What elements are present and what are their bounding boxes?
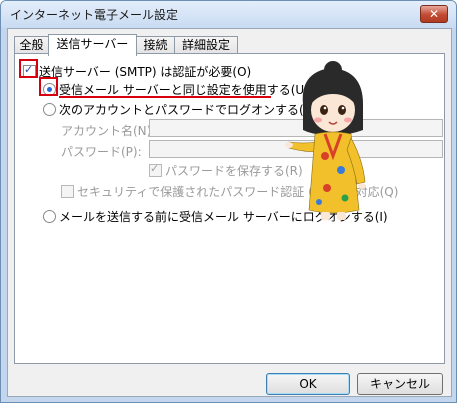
logon-before-send-radio[interactable] — [43, 210, 56, 223]
save-password-checkbox[interactable] — [149, 162, 162, 177]
spa-checkbox[interactable] — [61, 185, 74, 198]
dialog-window: インターネット電子メール設定 ✕ 全般 送信サーバー 接続 詳細設定 送信サーバ… — [0, 0, 457, 403]
dialog-client: 全般 送信サーバー 接続 詳細設定 送信サーバー (SMTP) は認証が必要(O… — [7, 28, 452, 397]
tab-outgoing-server[interactable]: 送信サーバー — [48, 34, 137, 56]
highlight-box-radio — [39, 77, 58, 96]
mascot-girl-illustration — [285, 61, 366, 220]
window-title: インターネット電子メール設定 — [10, 8, 179, 22]
save-password-label: パスワードを保存する(R) — [165, 164, 303, 178]
logon-with-row[interactable]: 次のアカウントとパスワードでログオンする(L) — [43, 101, 315, 118]
account-name-label: アカウント名(N): — [61, 124, 156, 138]
outgoing-server-panel: 送信サーバー (SMTP) は認証が必要(O) 受信メール サーバーと同じ設定を… — [14, 53, 445, 364]
password-label: パスワード(P): — [61, 145, 142, 159]
cancel-button[interactable]: キャンセル — [357, 373, 443, 395]
highlight-box-auth — [19, 59, 38, 78]
title-bar[interactable]: インターネット電子メール設定 ✕ — [1, 1, 456, 28]
logon-with-label: 次のアカウントとパスワードでログオンする(L) — [59, 103, 316, 117]
ok-button[interactable]: OK — [266, 373, 350, 395]
close-button[interactable]: ✕ — [420, 5, 448, 23]
logon-with-radio[interactable] — [43, 103, 56, 116]
save-password-row[interactable]: パスワードを保存する(R) — [149, 162, 303, 179]
tab-advanced[interactable]: 詳細設定 — [174, 36, 238, 54]
highlight-underline — [59, 96, 271, 98]
tab-connection[interactable]: 接続 — [136, 36, 175, 54]
tab-general[interactable]: 全般 — [14, 36, 49, 54]
requires-auth-label: 送信サーバー (SMTP) は認証が必要(O) — [39, 65, 252, 79]
same-as-incoming-label: 受信メール サーバーと同じ設定を使用する(U) — [59, 83, 309, 97]
